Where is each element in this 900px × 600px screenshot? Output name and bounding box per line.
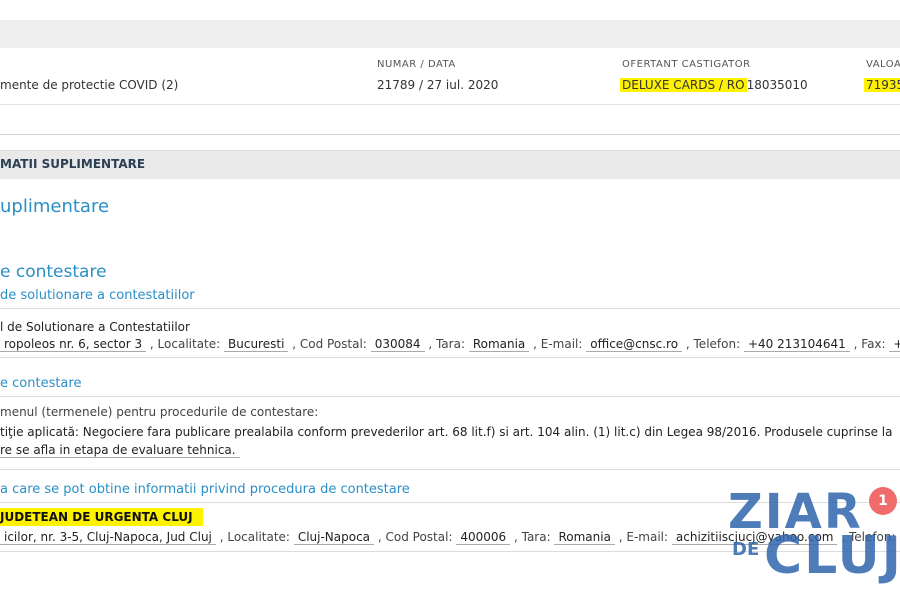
email-label: , E-mail:	[618, 530, 669, 544]
watermark-cluj: CLUJ	[764, 526, 900, 586]
spital-tara: Romania	[554, 530, 615, 545]
cnsc-tara: Romania	[468, 337, 530, 352]
contract-value-text: 71935	[864, 78, 900, 92]
column-header-numar-data: NUMAR / DATA	[377, 59, 456, 70]
spital-address: icilor, nr. 3-5, Cluj-Napoca, Jud Cluj	[0, 530, 216, 545]
fax-label: , Fax:	[853, 337, 886, 351]
heading-suplimentare: uplimentare	[0, 196, 110, 217]
notification-badge[interactable]: 1	[869, 487, 897, 515]
contract-value: 71935	[864, 78, 900, 92]
cnsc-telefon: +40 213104641	[743, 337, 850, 352]
contract-object: mente de protectie COVID (2)	[0, 78, 179, 92]
spital-cod-postal: 400006	[456, 530, 511, 545]
termen-line-3: re se afla in etapa de evaluare tehnica.	[0, 443, 240, 458]
email-label: , E-mail:	[533, 337, 583, 351]
table-header-band	[0, 20, 900, 48]
spital-name: JUDETEAN DE URGENTA CLUJ	[0, 508, 203, 526]
tara-label: , Tara:	[513, 530, 551, 544]
cnsc-localitate: Bucuresti	[224, 337, 289, 352]
termen-line-3-text: re se afla in etapa de evaluare tehnica.	[0, 443, 240, 458]
contract-number-date: 21789 / 27 iul. 2020	[377, 78, 499, 92]
cnsc-name: l de Solutionare a Contestatiilor	[0, 320, 190, 334]
spital-name-wrap: JUDETEAN DE URGENTA CLUJ	[0, 508, 203, 526]
winning-bidder-code: 18035010	[746, 78, 808, 92]
termen-line-2: tiţie aplicată: Negociere fara publicare…	[0, 425, 893, 439]
localitate-label: , Localitate:	[219, 530, 290, 544]
top-band	[0, 0, 900, 21]
cnsc-cod-postal: 030084	[370, 337, 425, 352]
tara-label: , Tara:	[428, 337, 465, 351]
heading-solutionare: de solutionare a contestatiilor	[0, 288, 195, 303]
cod-postal-label: , Cod Postal:	[377, 530, 453, 544]
winning-bidder: DELUXE CARDS / RO 18035010	[620, 78, 808, 92]
spital-localitate: Cluj-Napoca	[293, 530, 375, 545]
termen-line-1: menul (termenele) pentru procedurile de …	[0, 405, 319, 419]
cnsc-email[interactable]: office@cnsc.ro	[586, 337, 683, 352]
cod-postal-label: , Cod Postal:	[292, 337, 367, 351]
column-header-ofertant: OFERTANT CASTIGATOR	[622, 59, 751, 70]
column-header-valoare: VALOA	[866, 59, 900, 70]
heading-contestare: e contestare	[0, 262, 107, 282]
row-divider	[0, 134, 900, 135]
watermark-de: DE	[732, 539, 760, 560]
section-title: MATII SUPLIMENTARE	[0, 157, 146, 171]
cnsc-address: ropoleos nr. 6, sector 3	[0, 337, 147, 352]
localitate-label: , Localitate:	[149, 337, 221, 351]
row-divider	[0, 104, 900, 105]
heading-contestare-sub: e contestare	[0, 376, 82, 391]
heading-informatii: a care se pot obtine informatii privind …	[0, 482, 410, 497]
cnsc-fax: +	[889, 337, 900, 352]
telefon-label: , Telefon:	[685, 337, 741, 351]
cnsc-details: ropoleos nr. 6, sector 3 , Localitate: B…	[0, 337, 900, 352]
winning-bidder-name: DELUXE CARDS / RO	[620, 78, 747, 92]
